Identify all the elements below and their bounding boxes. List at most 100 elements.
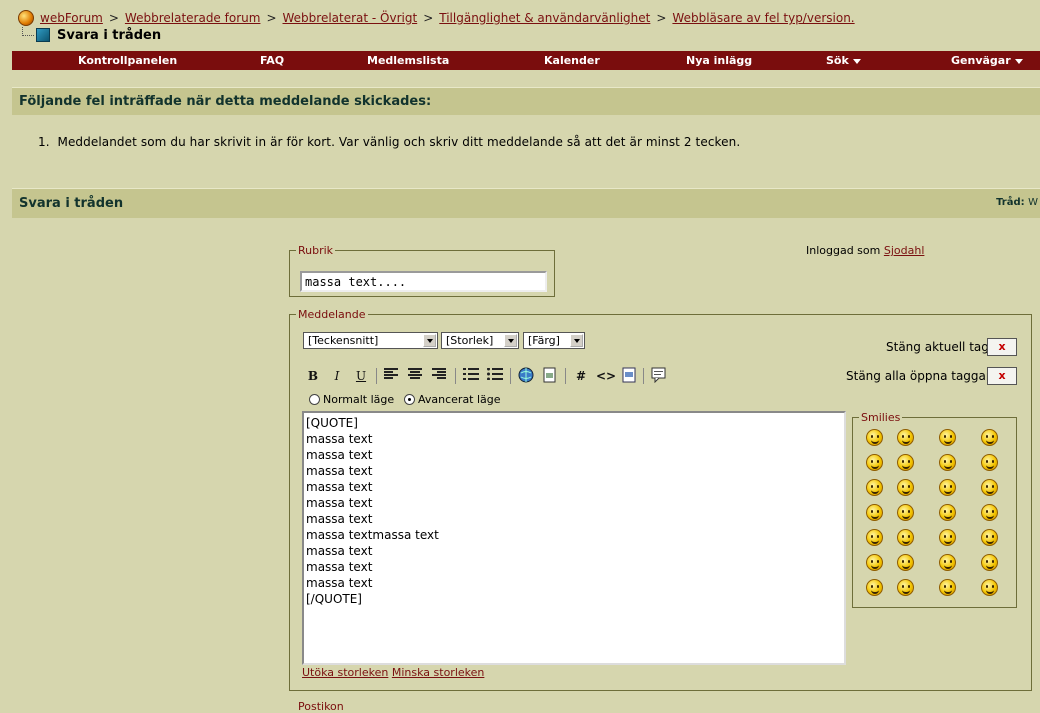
mode-advanced-option[interactable]: Avancerat läge xyxy=(404,393,501,406)
smiley-icon[interactable] xyxy=(866,529,883,546)
subject-legend: Rubrik xyxy=(298,244,334,257)
smiley-icon[interactable] xyxy=(981,479,998,496)
smiley-icon[interactable] xyxy=(866,479,883,496)
error-list-item: 1. Meddelandet som du har skrivit in är … xyxy=(38,135,741,149)
page-title: Svara i tråden xyxy=(22,26,161,44)
mode-advanced-radio[interactable] xyxy=(404,394,415,405)
nav-calendar[interactable]: Kalender xyxy=(544,54,600,67)
toolbar-divider xyxy=(510,368,511,384)
nav-member-list[interactable]: Medlemslista xyxy=(367,54,449,67)
php-icon xyxy=(622,367,636,383)
size-select[interactable]: [Storlek] xyxy=(441,332,519,349)
hash-button[interactable]: # xyxy=(572,367,590,385)
nav-search-menu[interactable]: Sök xyxy=(826,54,861,67)
quote-button[interactable] xyxy=(650,367,668,385)
chevron-down-icon xyxy=(423,334,436,347)
smiley-icon[interactable] xyxy=(981,429,998,446)
breadcrumb-separator: > xyxy=(656,11,667,25)
color-select[interactable]: [Färg] xyxy=(523,332,585,349)
smiley-icon[interactable] xyxy=(939,529,956,546)
close-all-tags-label: Stäng alla öppna taggar xyxy=(846,369,991,383)
breadcrumb-link-web-forums[interactable]: Webbrelaterade forum xyxy=(125,11,261,25)
tree-connector xyxy=(22,26,34,36)
code-button[interactable]: <> xyxy=(596,367,616,385)
align-right-button[interactable] xyxy=(430,367,448,385)
resize-links: Utöka storleken Minska storleken xyxy=(302,666,484,679)
font-select[interactable]: [Teckensnitt] xyxy=(303,332,438,349)
smiley-icon[interactable] xyxy=(866,429,883,446)
breadcrumb-separator: > xyxy=(423,11,434,25)
bold-button[interactable]: B xyxy=(304,367,322,385)
breadcrumb-link-thread[interactable]: Webbläsare av fel typ/version. xyxy=(672,11,854,25)
breadcrumb-link-accessibility[interactable]: Tillgänglighet & användarvänlighet xyxy=(439,11,650,25)
message-textarea[interactable]: [QUOTE] massa text massa text massa text… xyxy=(302,411,846,665)
align-left-button[interactable] xyxy=(382,367,400,385)
align-center-icon xyxy=(408,368,422,379)
smiley-icon[interactable] xyxy=(981,454,998,471)
smiley-icon[interactable] xyxy=(981,504,998,521)
php-button[interactable] xyxy=(620,367,638,385)
nav-new-posts[interactable]: Nya inlägg xyxy=(686,54,752,67)
insert-link-button[interactable] xyxy=(517,367,535,385)
page-title-text: Svara i tråden xyxy=(57,27,162,43)
align-center-button[interactable] xyxy=(406,367,424,385)
mode-normal-label: Normalt läge xyxy=(323,393,395,406)
smiley-icon[interactable] xyxy=(981,554,998,571)
breadcrumb: webForum > Webbrelaterade forum > Webbre… xyxy=(18,9,855,27)
main-navbar: Kontrollpanelen FAQ Medlemslista Kalende… xyxy=(12,51,1040,70)
breadcrumb-link-home[interactable]: webForum xyxy=(40,11,103,25)
bullet-list-button[interactable] xyxy=(486,367,504,385)
smiley-icon[interactable] xyxy=(897,454,914,471)
underline-button[interactable]: U xyxy=(352,367,370,385)
close-all-tags-button[interactable]: x xyxy=(987,367,1017,385)
logged-in-user-link[interactable]: Sjodahl xyxy=(884,244,925,257)
mode-normal-option[interactable]: Normalt läge xyxy=(309,393,394,406)
mode-normal-radio[interactable] xyxy=(309,394,320,405)
close-current-tag-label: Stäng aktuell tag xyxy=(886,340,989,354)
forum-logo-icon xyxy=(18,10,34,26)
smiley-icon[interactable] xyxy=(981,529,998,546)
smiley-icon[interactable] xyxy=(866,504,883,521)
smiley-icon[interactable] xyxy=(939,579,956,596)
smiley-icon[interactable] xyxy=(939,479,956,496)
ordered-list-button[interactable] xyxy=(462,367,480,385)
globe-link-icon xyxy=(518,367,534,383)
smiley-icon[interactable] xyxy=(939,454,956,471)
smiley-icon[interactable] xyxy=(897,429,914,446)
message-legend: Meddelande xyxy=(298,308,366,321)
smiley-icon[interactable] xyxy=(866,554,883,571)
smiley-icon[interactable] xyxy=(981,579,998,596)
mode-advanced-label: Avancerat läge xyxy=(418,393,501,406)
smiley-icon[interactable] xyxy=(939,504,956,521)
smilies-legend: Smilies xyxy=(861,411,901,424)
smiley-icon[interactable] xyxy=(939,554,956,571)
smiley-icon[interactable] xyxy=(897,529,914,546)
chevron-down-icon xyxy=(570,334,583,347)
ordered-list-icon xyxy=(463,368,479,380)
close-current-tag-button[interactable]: x xyxy=(987,338,1017,356)
error-message: Meddelandet som du har skrivit in är för… xyxy=(57,135,741,149)
italic-button[interactable]: I xyxy=(328,367,346,385)
smiley-icon[interactable] xyxy=(866,579,883,596)
smiley-icon[interactable] xyxy=(939,429,956,446)
nav-shortcuts-menu[interactable]: Genvägar xyxy=(951,54,1023,67)
thread-info-value: W xyxy=(1028,197,1038,208)
nav-control-panel[interactable]: Kontrollpanelen xyxy=(78,54,177,67)
smiley-icon[interactable] xyxy=(866,454,883,471)
increase-size-link[interactable]: Utöka storleken xyxy=(302,666,388,679)
breadcrumb-link-web-other[interactable]: Webbrelaterat - Övrigt xyxy=(283,11,418,25)
post-icon-legend: Postikon xyxy=(298,700,344,713)
subject-input[interactable] xyxy=(300,271,547,292)
insert-image-button[interactable] xyxy=(541,367,559,385)
smiley-icon[interactable] xyxy=(897,479,914,496)
toolbar-divider xyxy=(376,368,377,384)
reply-heading: Svara i tråden xyxy=(19,196,124,211)
smiley-icon[interactable] xyxy=(897,504,914,521)
thread-info: Tråd: W xyxy=(996,197,1038,208)
breadcrumb-separator: > xyxy=(266,11,277,25)
nav-faq[interactable]: FAQ xyxy=(260,54,284,67)
smiley-icon[interactable] xyxy=(897,554,914,571)
logged-in-info: Inloggad som Sjodahl xyxy=(806,244,924,257)
smiley-icon[interactable] xyxy=(897,579,914,596)
decrease-size-link[interactable]: Minska storleken xyxy=(392,666,485,679)
